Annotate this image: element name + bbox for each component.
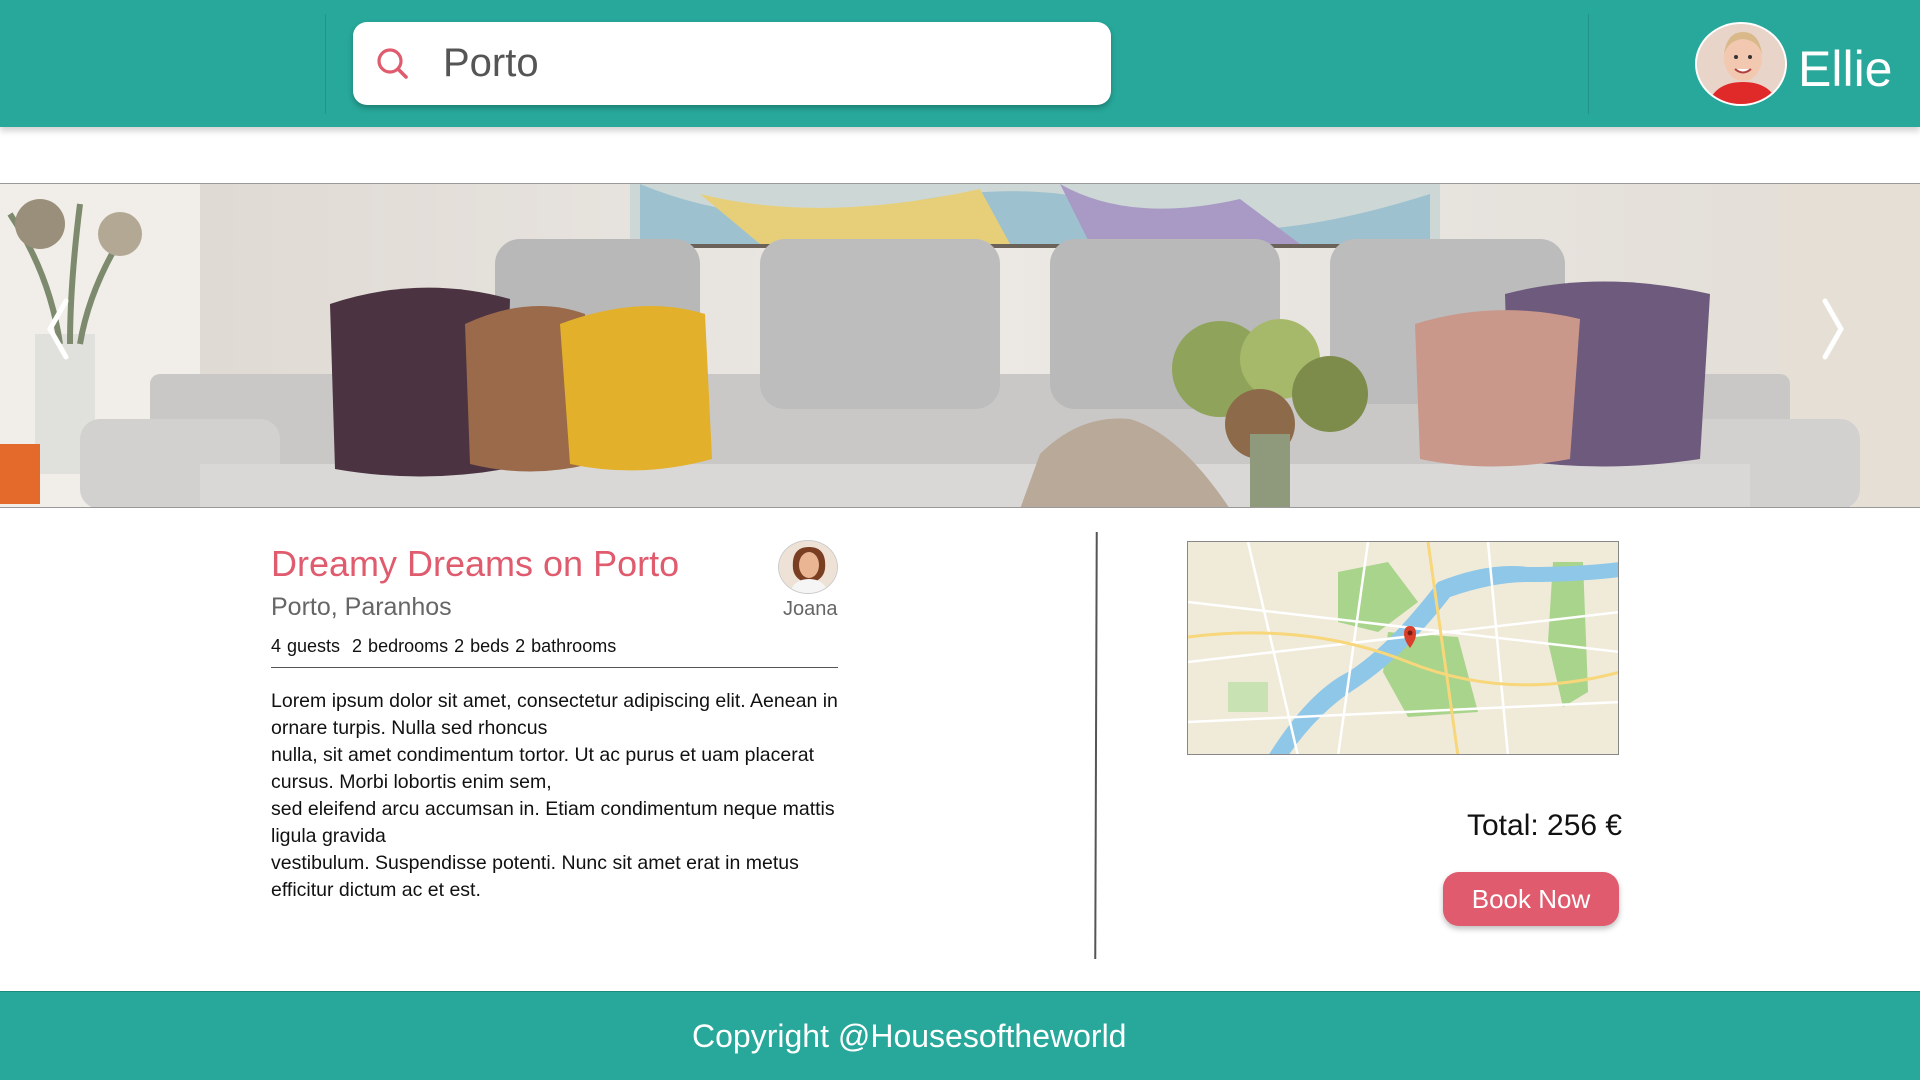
host-name: Joana [783, 598, 838, 620]
listing-description: Lorem ipsum dolor sit amet, consectetur … [271, 688, 861, 904]
search-icon[interactable] [373, 44, 413, 84]
search-bar[interactable] [353, 22, 1111, 105]
column-divider [1094, 531, 1098, 960]
divider [271, 667, 838, 668]
map-image [1188, 542, 1618, 754]
user-avatar[interactable] [1695, 22, 1787, 106]
description-line: Lorem ipsum dolor sit amet, consectetur … [271, 690, 838, 739]
listing-specs: 4 guests 2 bedrooms 2 beds 2 bathrooms [271, 636, 617, 656]
gallery-next-button[interactable] [1803, 279, 1863, 379]
description-line: nulla, sit amet condimentum tortor. Ut a… [271, 744, 815, 793]
chevron-left-icon [47, 298, 69, 360]
listing-location: Porto, Paranhos [271, 593, 452, 621]
user-name[interactable]: Ellie [1798, 40, 1892, 98]
header-divider [1588, 14, 1589, 114]
header-divider [325, 14, 326, 114]
location-map[interactable] [1187, 541, 1619, 755]
description-line: vestibulum. Suspendisse potenti. Nunc si… [271, 852, 799, 901]
listing-title: Dreamy Dreams on Porto [271, 543, 680, 584]
description-line: sed eleifend arcu accumsan in. Etiam con… [271, 798, 835, 847]
gallery-photo [0, 184, 1920, 507]
photo-gallery [0, 183, 1920, 508]
top-bar: Ellie [0, 0, 1920, 127]
chevron-right-icon [1822, 298, 1844, 360]
search-input[interactable] [443, 36, 1083, 90]
book-now-button[interactable]: Book Now [1443, 872, 1619, 926]
footer: Copyright @Housesoftheworld [0, 991, 1920, 1080]
total-price: Total: 256 € [1467, 809, 1623, 842]
copyright-text: Copyright @Housesoftheworld [692, 1018, 1127, 1054]
gallery-prev-button[interactable] [28, 279, 88, 379]
host-avatar[interactable] [778, 540, 838, 594]
